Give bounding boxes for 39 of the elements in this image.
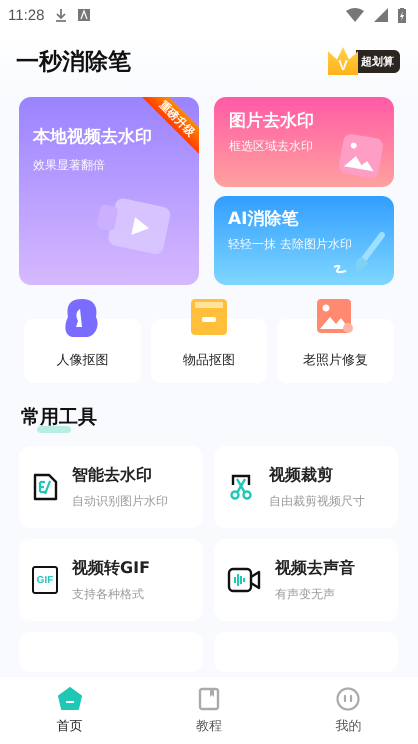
battery-icon xyxy=(398,8,406,22)
tool-card[interactable]: 视频去声音 有声变无声 xyxy=(214,539,398,621)
card-subtitle: 轻轻一抹 去除图片水印 xyxy=(228,236,353,253)
face-icon xyxy=(336,686,360,710)
tool-card[interactable]: 智能去水印 自动识别图片水印 xyxy=(19,446,203,528)
card-subtitle: 框选区域去水印 xyxy=(229,138,314,155)
section-title: 常用工具 xyxy=(21,406,97,428)
nav-tab[interactable]: 我的 xyxy=(278,677,418,744)
wifi-icon xyxy=(346,8,364,22)
tool-title: 智能去水印 xyxy=(72,464,153,486)
quick-tool-card[interactable]: 人像抠图 xyxy=(24,319,141,383)
tool-title: 视频去声音 xyxy=(275,558,355,578)
tool-subtitle: 自由裁剪视频尺寸 xyxy=(269,492,365,510)
book-icon xyxy=(198,686,220,710)
tool-card[interactable]: GIF 视频转GIF 支持各种格式 xyxy=(19,539,203,621)
app-title: 一秒消除笔 xyxy=(16,48,131,76)
signal-icon xyxy=(374,8,388,22)
tool-title: 视频转GIF xyxy=(72,558,150,578)
document-edit-icon xyxy=(32,473,58,501)
gif-file-icon: GIF xyxy=(32,566,58,594)
nav-tab[interactable]: 教程 xyxy=(139,677,279,744)
tool-subtitle: 有声变无声 xyxy=(275,586,336,602)
home-icon xyxy=(58,686,82,710)
status-time: 11:28 xyxy=(8,6,44,24)
card-title: AI消除笔 xyxy=(228,208,298,230)
box-icon xyxy=(189,297,229,337)
title-underline-swash xyxy=(37,426,71,433)
quick-tool-card[interactable]: 老照片修复 xyxy=(277,319,394,383)
tool-subtitle: 支持各种格式 xyxy=(72,586,145,602)
tool-title: 视频裁剪 xyxy=(269,464,334,486)
card-title: 图片去水印 xyxy=(229,110,314,132)
download-icon xyxy=(54,8,68,22)
nav-tab[interactable]: 首页 xyxy=(0,677,140,744)
tool-subtitle: 自动识别图片水印 xyxy=(72,492,168,510)
tool-card[interactable]: 视频裁剪 自由裁剪视频尺寸 xyxy=(214,446,398,528)
card-subtitle: 效果显著翻倍 xyxy=(33,157,106,174)
video-camera-icon xyxy=(227,567,261,593)
crown-icon: V xyxy=(328,47,358,75)
quick-tool-card[interactable]: 物品抠图 xyxy=(150,319,268,383)
